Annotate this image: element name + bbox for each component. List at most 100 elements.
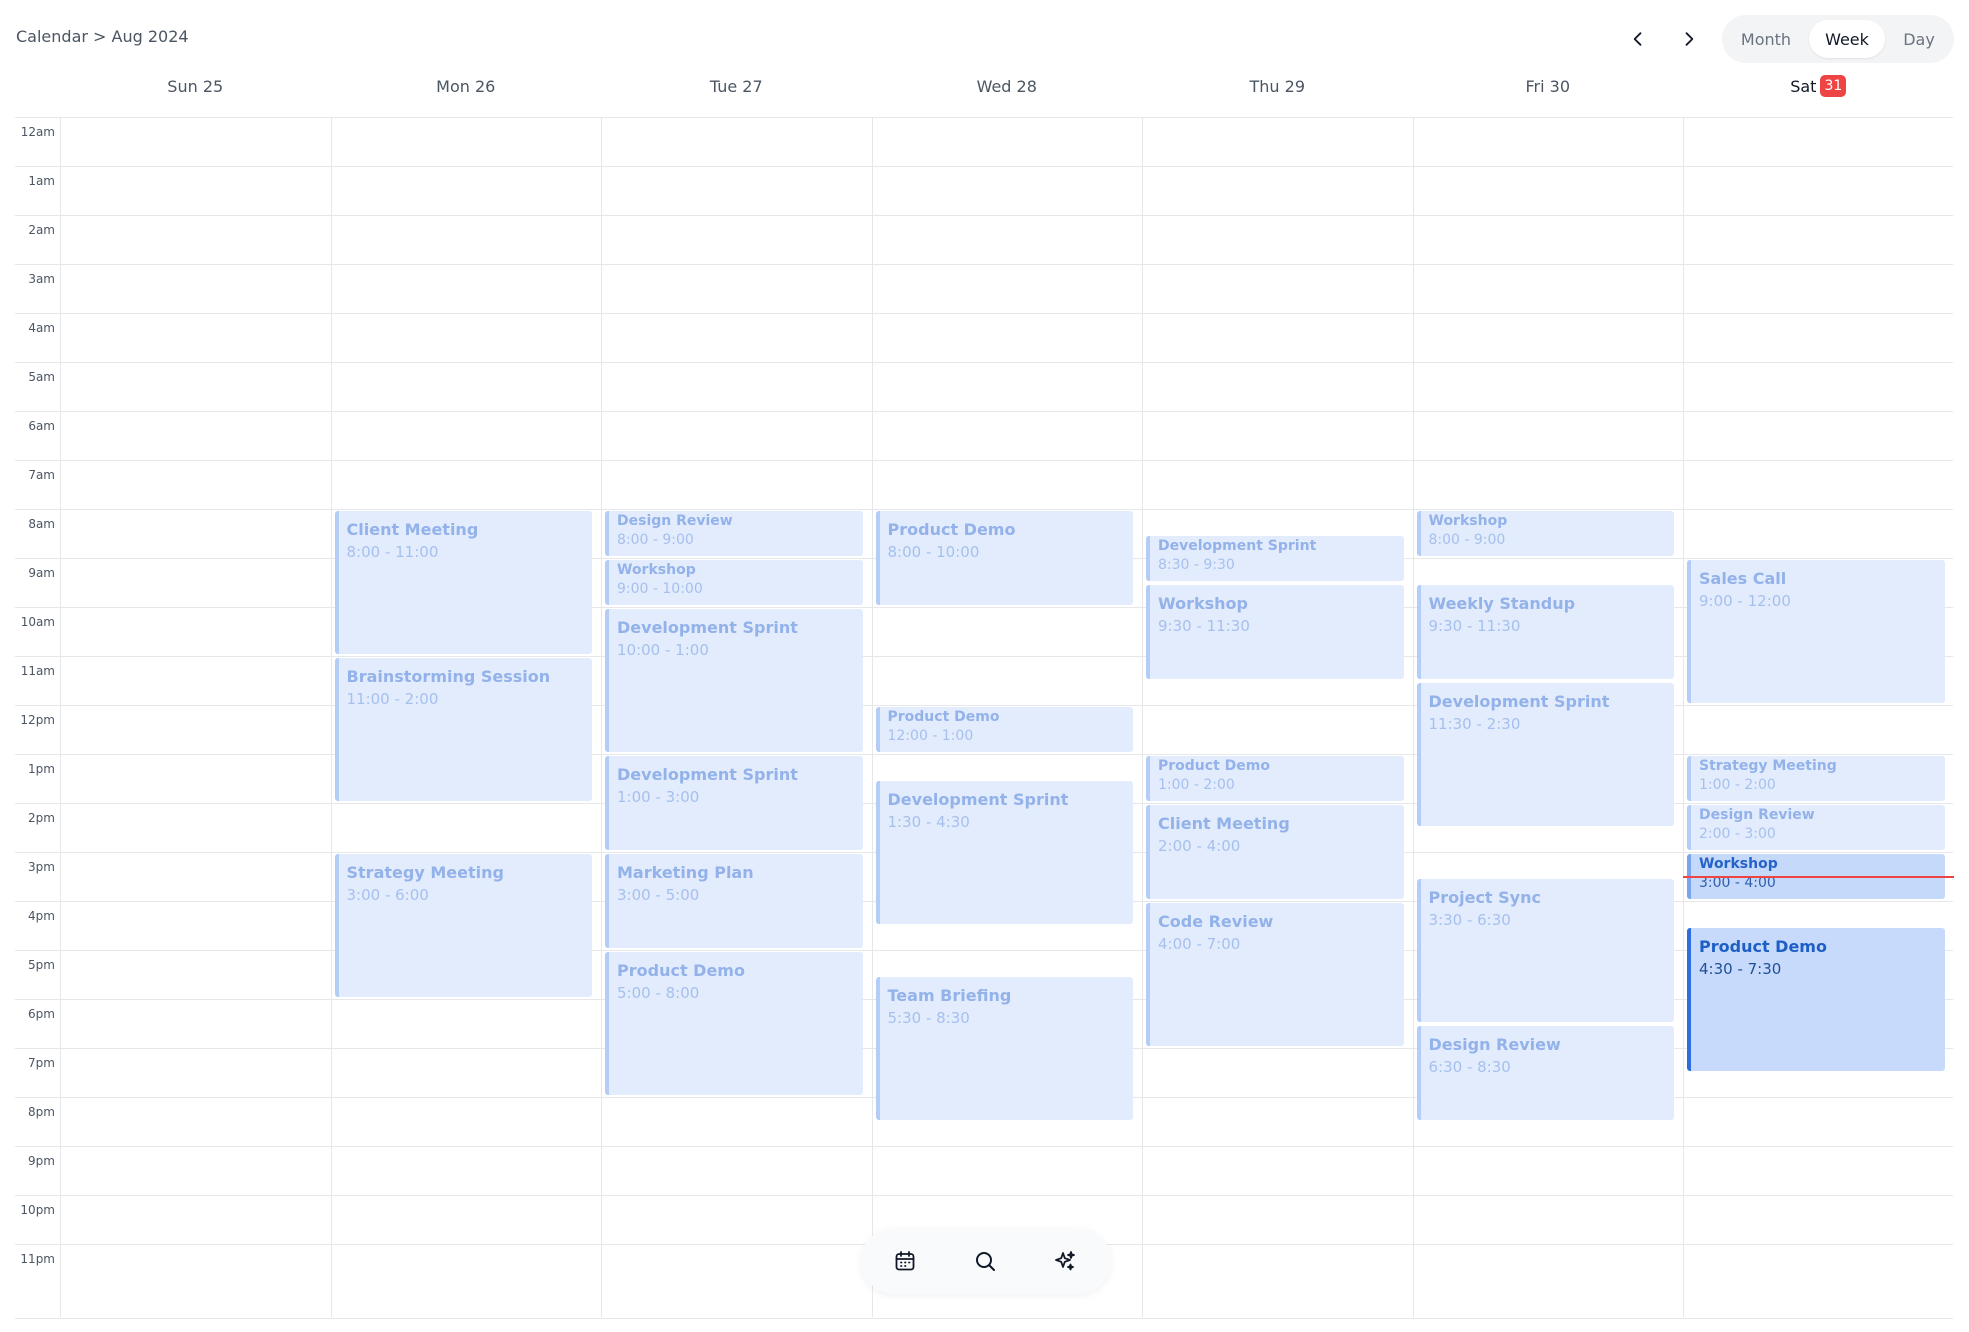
day-header[interactable]: Tue 27 [601,74,872,98]
hour-label: 9am [28,566,55,580]
hour-gridline [15,460,1953,461]
hour-label: 11pm [20,1252,55,1266]
event-title: Strategy Meeting [1699,758,1837,774]
day-header-label: Mon 26 [436,76,496,96]
event-title: Team Briefing [887,985,1012,1005]
calendar-event[interactable]: Strategy Meeting 1:00 - 2:00 [1687,756,1945,801]
hour-label: 2pm [28,811,55,825]
calendar-event[interactable]: Team Briefing 5:30 - 8:30 [875,976,1133,1120]
event-title: Development Sprint [617,765,798,784]
event-time: 5:00 - 8:00 [617,984,700,1002]
calendar-event[interactable]: Development Sprint 1:00 - 3:00 [605,756,863,850]
calendar-button[interactable] [889,1245,921,1277]
hour-gridline [15,215,1953,216]
day-header[interactable]: Thu 29 [1142,74,1413,98]
day-header-label: Fri 30 [1525,76,1570,96]
hour-label: 5am [28,370,55,384]
view-week-button[interactable]: Week [1809,20,1885,58]
event-title: Development Sprint [617,618,798,637]
event-time: 8:30 - 9:30 [1158,556,1235,573]
event-title: Workshop [1699,856,1778,872]
chevron-right-icon [1685,32,1694,46]
hour-gridline [15,313,1953,314]
calendar-event[interactable]: Product Demo 1:00 - 2:00 [1146,756,1404,801]
calendar-event[interactable]: Product Demo 8:00 - 10:00 [875,511,1133,605]
event-time: 11:30 - 2:30 [1428,714,1521,733]
calendar-event[interactable]: Development Sprint 8:30 - 9:30 [1146,535,1404,581]
next-week-button[interactable] [1672,22,1706,56]
calendar-event[interactable]: Product Demo 5:00 - 8:00 [605,952,863,1095]
day-header[interactable]: Sun 25 [60,74,331,98]
event-title: Strategy Meeting [346,863,504,882]
calendar-event[interactable]: Development Sprint 10:00 - 1:00 [605,609,863,752]
breadcrumb[interactable]: Calendar > Aug 2024 [16,27,189,46]
event-title: Design Review [617,513,733,529]
hour-gridline [15,166,1953,167]
prev-week-button[interactable] [1621,22,1655,56]
event-time: 3:00 - 6:00 [346,886,429,904]
event-time: 4:30 - 7:30 [1699,959,1782,978]
event-title: Design Review [1699,807,1815,823]
day-column-divider [601,117,602,1317]
calendar-event[interactable]: Project Sync 3:30 - 6:30 [1416,878,1674,1022]
calendar-event[interactable]: Sales Call 9:00 - 12:00 [1687,560,1945,703]
calendar-event[interactable]: Workshop 8:00 - 9:00 [1416,511,1674,556]
calendar-event[interactable]: Workshop 9:30 - 11:30 [1146,584,1404,679]
event-title: Development Sprint [1428,691,1610,711]
hour-gridline [15,411,1953,412]
event-time: 3:00 - 5:00 [617,886,700,904]
hour-label: 6pm [28,1007,55,1021]
calendar-event[interactable]: Development Sprint 11:30 - 2:30 [1416,682,1674,826]
hour-label: 4pm [28,909,55,923]
sparkles-icon [1055,1251,1075,1271]
search-button[interactable] [969,1245,1001,1277]
hour-label: 12am [20,125,55,139]
day-column-divider [871,117,873,1317]
event-title: Client Meeting [346,520,479,539]
calendar-event[interactable]: Strategy Meeting 3:00 - 6:00 [334,854,592,997]
event-title: Client Meeting [1158,814,1290,833]
event-time: 8:00 - 9:00 [1428,532,1506,548]
calendar-event[interactable]: Design Review 2:00 - 3:00 [1687,805,1945,850]
event-time: 1:00 - 3:00 [617,788,700,806]
day-header[interactable]: Wed 28 [872,74,1143,98]
calendar-event[interactable]: Design Review 6:30 - 8:30 [1416,1025,1674,1120]
event-time: 1:30 - 4:30 [887,812,970,831]
calendar-event[interactable]: Workshop 9:00 - 10:00 [605,560,863,605]
hour-gridline [15,264,1953,265]
event-title: Workshop [1428,513,1508,529]
event-title: Product Demo [887,709,1000,725]
event-title: Design Review [1428,1034,1561,1054]
event-time: 8:00 - 11:00 [346,543,439,561]
hour-gridline [15,1146,1953,1147]
calendar-event[interactable]: Design Review 8:00 - 9:00 [605,511,863,556]
event-time: 11:00 - 2:00 [346,690,439,708]
hour-label: 3pm [28,860,55,874]
view-switcher: Month Week Day [1722,15,1954,63]
event-title: Development Sprint [887,789,1069,809]
calendar-event[interactable]: Code Review 4:00 - 7:00 [1146,903,1404,1046]
hour-label: 7am [28,468,55,482]
calendar-event[interactable]: Marketing Plan 3:00 - 5:00 [605,854,863,948]
calendar-event[interactable]: Client Meeting 2:00 - 4:00 [1146,805,1404,899]
calendar-event[interactable]: Weekly Standup 9:30 - 11:30 [1416,584,1674,679]
day-column-divider [330,117,332,1317]
day-header[interactable]: Mon 26 [331,74,602,98]
event-title: Project Sync [1428,887,1541,907]
hour-label: 6am [28,419,55,433]
bottom-toolbar [861,1228,1111,1294]
hour-label: 1pm [28,762,55,776]
day-header[interactable]: Sat 31 [1683,74,1954,98]
calendar-event[interactable]: Client Meeting 8:00 - 11:00 [334,511,592,654]
view-month-button[interactable]: Month [1727,20,1805,58]
ai-assistant-button[interactable] [1049,1245,1081,1277]
hour-label: 12pm [20,713,55,727]
event-title: Weekly Standup [1428,593,1576,613]
calendar-event[interactable]: Product Demo 12:00 - 1:00 [875,707,1133,752]
calendar-event[interactable]: Product Demo 4:30 - 7:30 [1687,927,1945,1071]
calendar-event[interactable]: Development Sprint 1:30 - 4:30 [875,780,1133,924]
day-header-label: Sun 25 [167,76,224,96]
day-header[interactable]: Fri 30 [1413,74,1684,98]
calendar-event[interactable]: Brainstorming Session 11:00 - 2:00 [334,658,592,801]
view-day-button[interactable]: Day [1889,20,1949,58]
